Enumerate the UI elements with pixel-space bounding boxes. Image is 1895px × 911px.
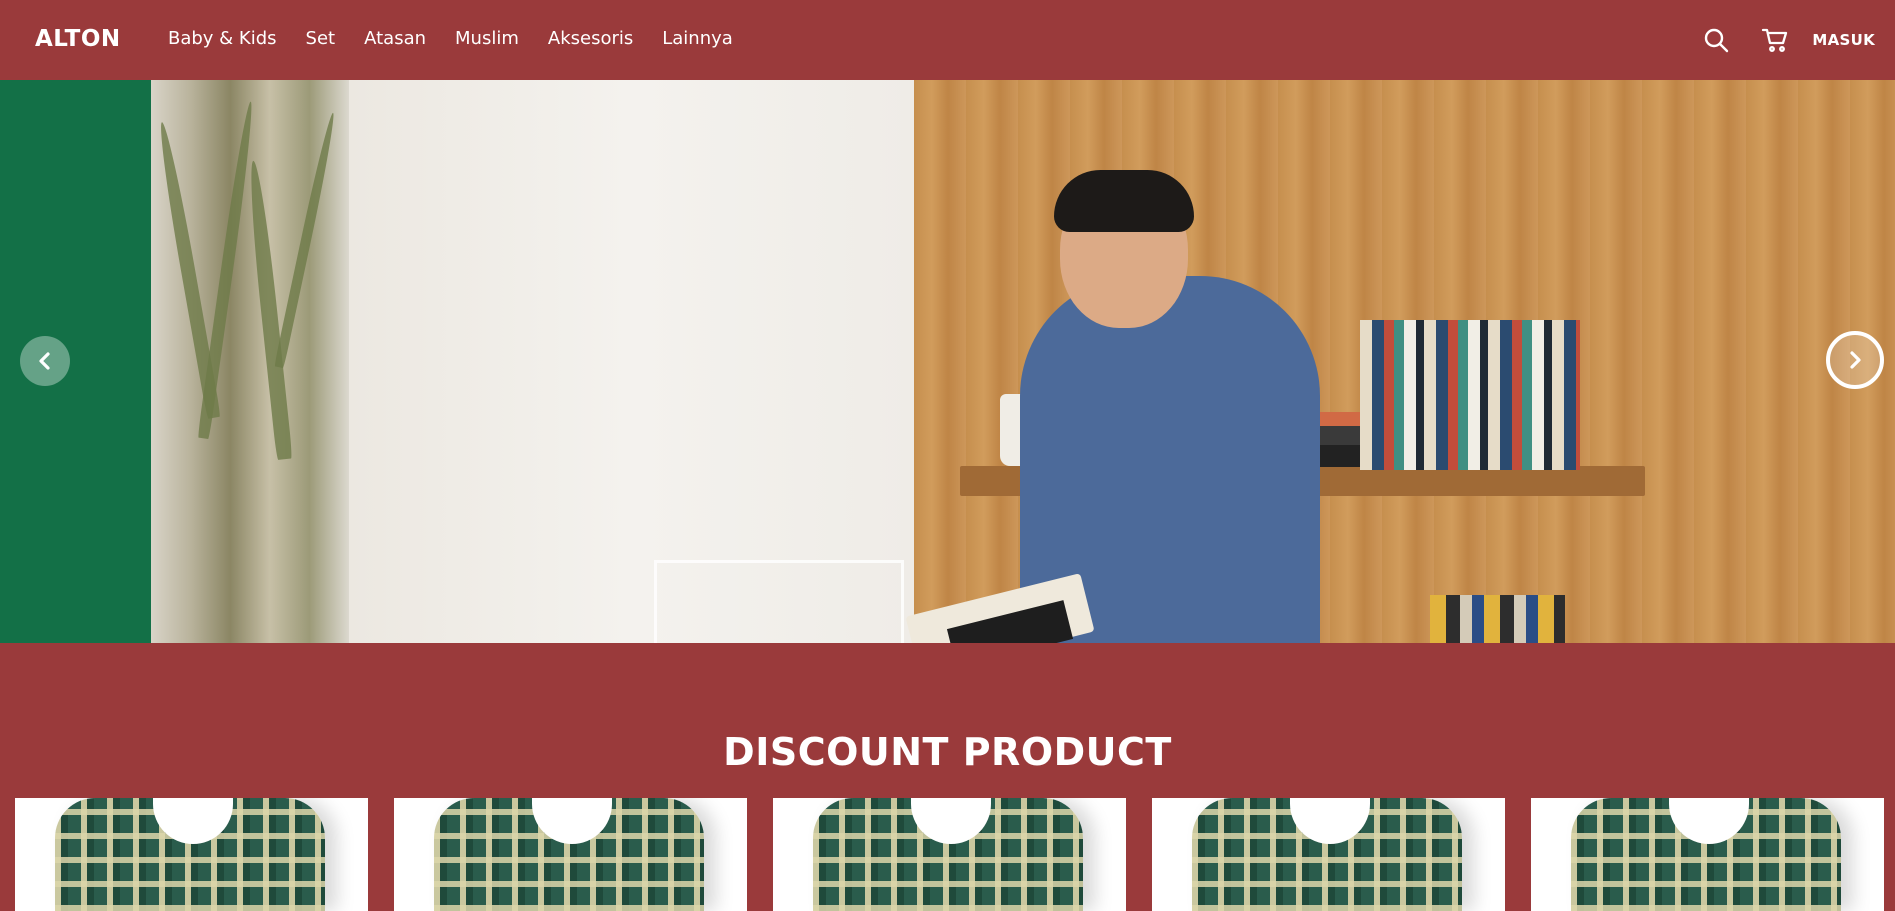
main-nav: Baby & Kids Set Atasan Muslim Aksesoris … (168, 28, 762, 49)
chevron-left-icon (39, 352, 50, 370)
nav-item-baby-kids[interactable]: Baby & Kids (168, 28, 277, 49)
discount-section-title: DISCOUNT PRODUCT (723, 730, 1172, 774)
hero-model-hair (1054, 170, 1194, 232)
product-card[interactable] (1531, 798, 1884, 911)
top-navbar: ALTON Baby & Kids Set Atasan Muslim Akse… (0, 0, 1895, 80)
product-card[interactable] (773, 798, 1126, 911)
cart-icon[interactable] (1761, 26, 1789, 54)
hero-books-lower (1430, 595, 1565, 643)
hero-carousel (0, 80, 1895, 643)
product-card[interactable] (394, 798, 747, 911)
nav-item-set[interactable]: Set (306, 28, 336, 49)
product-card[interactable] (15, 798, 368, 911)
carousel-prev-button[interactable] (20, 336, 70, 386)
search-icon[interactable] (1702, 26, 1730, 54)
nav-item-atasan[interactable]: Atasan (364, 28, 426, 49)
carousel-next-button[interactable] (1826, 331, 1884, 389)
hero-plant-image (151, 80, 349, 643)
discount-product-list (15, 798, 1885, 911)
chevron-right-icon (1850, 351, 1861, 369)
hero-books (1360, 320, 1580, 470)
nav-item-lainnya[interactable]: Lainnya (662, 28, 733, 49)
login-link[interactable]: MASUK (1812, 31, 1875, 49)
product-card[interactable] (1152, 798, 1505, 911)
hero-wall (349, 80, 914, 643)
nav-item-muslim[interactable]: Muslim (455, 28, 519, 49)
hero-table (654, 560, 904, 643)
nav-item-aksesoris[interactable]: Aksesoris (548, 28, 633, 49)
brand-logo[interactable]: ALTON (35, 26, 121, 52)
